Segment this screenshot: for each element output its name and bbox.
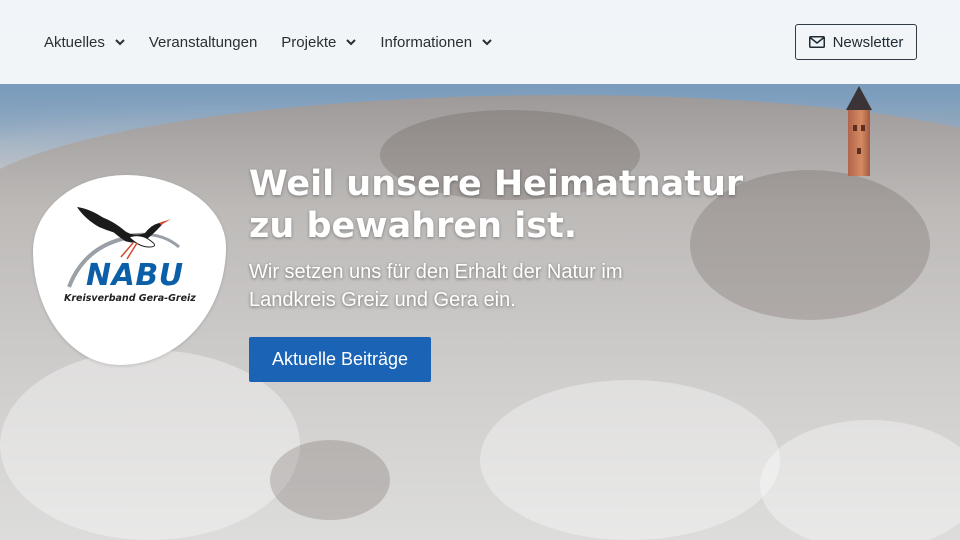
forest-shadow	[270, 440, 390, 520]
nav-item-projekte[interactable]: Projekte	[281, 33, 357, 51]
hero-headline: Weil unsere Heimatnatur zu bewahren ist.	[249, 163, 769, 247]
lookout-tower	[848, 110, 870, 176]
tower-window	[861, 125, 865, 131]
current-posts-button[interactable]: Aktuelle Beiträge	[249, 337, 431, 382]
hero-subline-line: Landkreis Greiz und Gera ein.	[249, 289, 516, 311]
newsletter-label: Newsletter	[832, 33, 904, 51]
nav-item-informationen[interactable]: Informationen	[380, 34, 492, 51]
hero-headline-line: Weil unsere Heimatnatur	[249, 164, 744, 204]
nav-item-label: Veranstaltungen	[148, 33, 258, 51]
hero-subline-line: Wir setzen uns für den Erhalt der Natur …	[249, 261, 623, 283]
tower-window	[853, 125, 857, 131]
newsletter-button[interactable]: Newsletter	[795, 24, 917, 60]
chevron-down-icon	[346, 39, 357, 46]
chevron-down-icon	[482, 39, 492, 46]
nav-item-aktuelles[interactable]: Aktuelles	[44, 34, 125, 51]
nav-item-veranstaltungen[interactable]: Veranstaltungen	[149, 34, 257, 51]
hero-headline-line: zu bewahren ist.	[249, 206, 578, 246]
nav-item-label: Projekte	[281, 33, 337, 51]
nav-item-label: Aktuelles	[44, 33, 105, 51]
chevron-down-icon	[115, 39, 125, 46]
envelope-icon	[808, 36, 825, 48]
logo-subtitle: Kreisverband Gera-Greiz	[64, 293, 196, 304]
nav-item-label: Informationen	[380, 33, 473, 51]
snow-trees	[480, 380, 780, 540]
main-nav: Aktuelles Veranstaltungen Projekte Infor…	[44, 34, 516, 51]
hero-subline: Wir setzen uns für den Erhalt der Natur …	[249, 258, 769, 314]
tower-window	[857, 148, 861, 154]
tower-roof	[846, 86, 872, 110]
logo-brand: NABU	[86, 258, 184, 293]
top-navbar: Aktuelles Veranstaltungen Projekte Infor…	[0, 0, 960, 84]
